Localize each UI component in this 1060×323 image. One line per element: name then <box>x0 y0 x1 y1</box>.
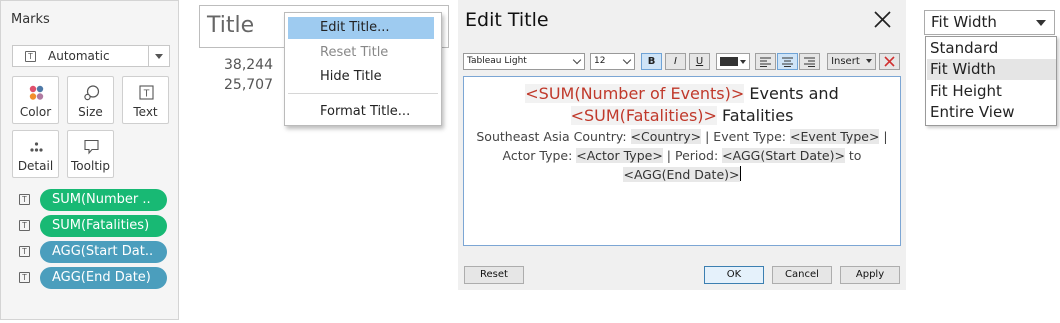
align-right-button[interactable] <box>799 53 820 70</box>
bold-button[interactable]: B <box>641 53 662 70</box>
detail-button-label: Detail <box>17 159 54 173</box>
field-token: <AGG(Start Date)> <box>722 148 845 163</box>
fit-option-entire-view[interactable]: Entire View <box>927 102 1056 123</box>
size-button-label: Size <box>78 105 103 119</box>
text-icon: T <box>139 85 154 100</box>
color-swatch-icon <box>720 57 738 66</box>
text-mark-icon: T <box>25 51 36 62</box>
title-text: Events and <box>744 84 839 103</box>
font-color-picker[interactable] <box>716 53 750 70</box>
text-cursor <box>739 166 741 181</box>
field-token: <Actor Type> <box>576 148 663 163</box>
text-encoding-icon: T <box>19 246 30 257</box>
menu-item-hide-title[interactable]: Hide Title <box>288 66 434 88</box>
clear-button[interactable] <box>879 53 900 70</box>
fit-option-standard[interactable]: Standard <box>927 38 1056 59</box>
size-icon <box>84 85 100 101</box>
title-text: Fatalities <box>716 106 794 125</box>
format-toolbar: Tableau Light 12 B I U Insert <box>463 51 903 73</box>
align-right-icon <box>804 57 815 67</box>
tooltip-button-label: Tooltip <box>71 159 110 173</box>
svg-text:T: T <box>143 89 149 100</box>
chevron-down-icon <box>740 60 746 64</box>
cancel-button[interactable]: Cancel <box>772 266 832 284</box>
menu-divider <box>288 93 438 94</box>
menu-item-format-title[interactable]: Format Title... <box>288 101 434 123</box>
title-context-menu: Edit Title... Reset Title Hide Title For… <box>284 12 442 126</box>
chevron-down-icon <box>622 55 632 65</box>
fit-option-fit-height[interactable]: Fit Height <box>927 81 1056 102</box>
sheet-value: 25,707 <box>224 77 273 93</box>
color-palette-icon <box>29 85 44 100</box>
title-text: | Event Type: <box>701 129 790 144</box>
insert-label: Insert <box>831 56 860 67</box>
mark-type-dropdown[interactable]: T Automatic <box>12 45 170 67</box>
detail-dots-icon <box>30 142 43 152</box>
field-token: <AGG(End Date)> <box>623 167 740 182</box>
dropdown-divider <box>148 46 149 66</box>
chevron-down-icon <box>865 59 872 63</box>
ok-button[interactable]: OK <box>704 266 764 284</box>
mark-type-label: Automatic <box>48 49 110 63</box>
chevron-down-icon <box>155 54 163 59</box>
size-button[interactable]: Size <box>67 76 114 124</box>
insert-button[interactable]: Insert <box>827 53 876 70</box>
field-pill[interactable]: SUM(Number .. <box>40 189 167 211</box>
fit-selected-value: Fit Width <box>931 13 997 31</box>
field-pill[interactable]: SUM(Fatalities) <box>40 215 167 237</box>
field-token: <Event Type> <box>789 129 880 144</box>
align-center-button[interactable] <box>777 53 798 70</box>
title-text: to <box>844 148 862 163</box>
color-button[interactable]: Color <box>12 76 59 124</box>
field-pill[interactable]: AGG(End Date) <box>40 267 167 289</box>
title-text: | Period: <box>662 148 723 163</box>
align-left-icon <box>760 57 771 67</box>
edit-title-dialog: Edit Title Tableau Light 12 B I U Insert… <box>458 0 906 290</box>
italic-button[interactable]: I <box>665 53 686 70</box>
field-pill[interactable]: AGG(Start Dat.. <box>40 241 167 263</box>
marks-card: Marks T Automatic Color Size T Text Deta… <box>0 0 179 320</box>
close-icon[interactable] <box>870 8 894 32</box>
apply-button[interactable]: Apply <box>840 266 900 284</box>
field-token: <SUM(Fatalities)> <box>570 106 717 125</box>
sheet-value: 38,244 <box>224 57 273 73</box>
tooltip-button[interactable]: Tooltip <box>67 130 114 178</box>
title-text-line-1: <SUM(Number of Events)> Events and <SUM(… <box>464 83 900 127</box>
fit-dropdown[interactable]: Fit Width <box>924 10 1055 35</box>
field-token: <Country> <box>630 129 702 144</box>
fit-options-list: Standard Fit Width Fit Height Entire Vie… <box>925 36 1057 126</box>
chevron-down-icon <box>1036 20 1046 26</box>
align-left-button[interactable] <box>755 53 776 70</box>
align-center-icon <box>782 57 793 67</box>
text-encoding-icon: T <box>19 194 30 205</box>
field-token: <SUM(Number of Events)> <box>525 84 745 103</box>
menu-item-edit-title[interactable]: Edit Title... <box>288 17 434 39</box>
underline-button[interactable]: U <box>689 53 710 70</box>
clear-x-icon <box>884 56 895 67</box>
tooltip-icon <box>84 139 99 155</box>
text-button-label: Text <box>133 105 158 119</box>
title-text-editor[interactable]: <SUM(Number of Events)> Events and <SUM(… <box>463 76 901 246</box>
marks-title: Marks <box>11 12 50 27</box>
sheet-title: Title <box>207 13 255 38</box>
text-encoding-icon: T <box>19 220 30 231</box>
detail-button[interactable]: Detail <box>12 130 59 178</box>
title-text: Southeast Asia Country: <box>476 129 631 144</box>
fit-option-fit-width[interactable]: Fit Width <box>927 59 1056 80</box>
menu-item-reset-title[interactable]: Reset Title <box>288 42 434 64</box>
font-size-value: 12 <box>594 56 606 66</box>
reset-button[interactable]: Reset <box>464 266 524 284</box>
font-family-select[interactable]: Tableau Light <box>463 53 585 70</box>
font-size-select[interactable]: 12 <box>590 53 635 70</box>
chevron-down-icon <box>572 55 582 65</box>
dialog-title: Edit Title <box>465 9 549 31</box>
text-button[interactable]: T Text <box>122 76 169 124</box>
text-encoding-icon: T <box>19 272 30 283</box>
font-family-value: Tableau Light <box>467 56 527 66</box>
color-button-label: Color <box>19 105 52 119</box>
title-text-line-2: Southeast Asia Country: <Country> | Even… <box>464 127 900 184</box>
